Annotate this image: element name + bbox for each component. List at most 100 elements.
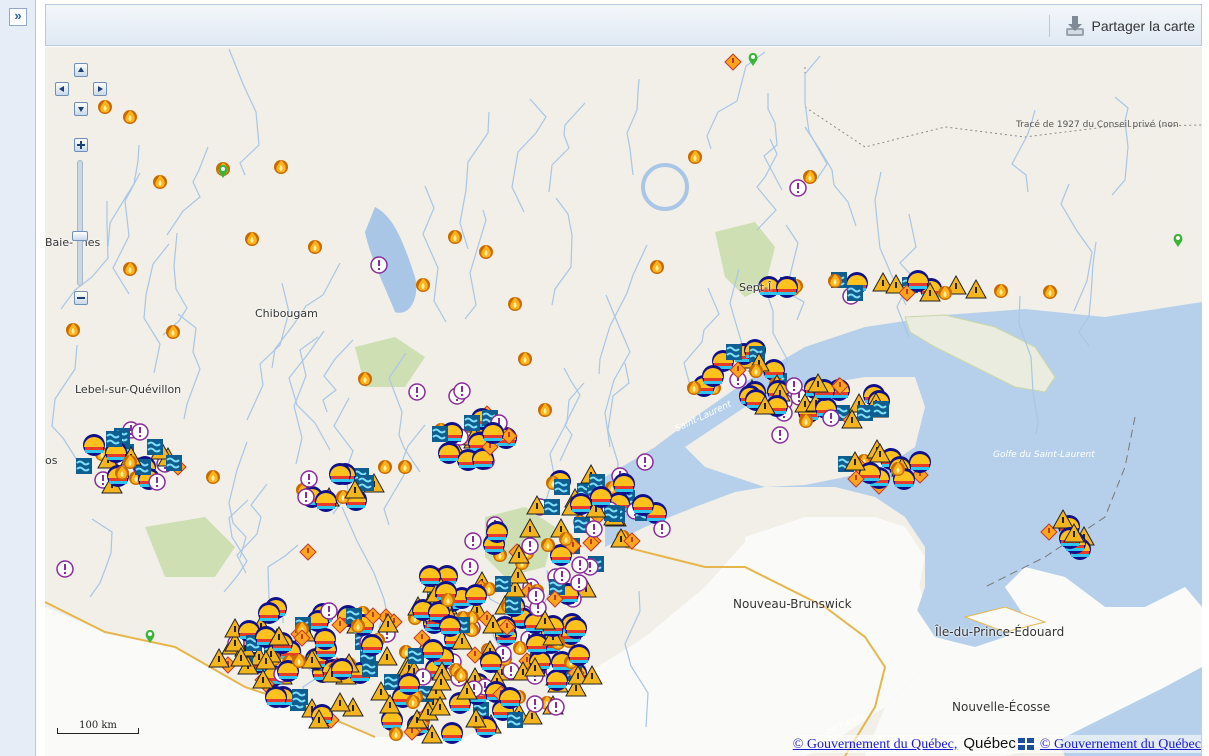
fire-marker[interactable]	[891, 462, 905, 476]
alert-marker[interactable]	[585, 520, 603, 538]
flood-marker[interactable]	[702, 365, 724, 387]
flood-marker[interactable]	[314, 628, 336, 650]
flood-marker[interactable]	[909, 451, 931, 473]
fire-marker[interactable]	[292, 654, 306, 668]
alert-marker[interactable]	[789, 179, 807, 197]
alert-marker[interactable]	[464, 532, 482, 550]
fire-marker[interactable]	[206, 470, 220, 484]
flood-marker[interactable]	[776, 276, 798, 298]
fire-marker[interactable]	[749, 364, 763, 378]
wave-marker[interactable]	[603, 504, 621, 522]
alert-marker[interactable]	[56, 560, 74, 578]
fire-marker[interactable]	[508, 297, 522, 311]
fire-marker[interactable]	[351, 619, 365, 633]
flood-marker[interactable]	[419, 565, 441, 587]
expand-panel-button[interactable]: »	[9, 8, 27, 26]
alert-marker[interactable]	[453, 382, 471, 400]
flood-marker[interactable]	[258, 602, 280, 624]
flood-marker[interactable]	[361, 634, 383, 656]
zoom-slider-thumb[interactable]	[72, 231, 88, 241]
fire-marker[interactable]	[123, 455, 137, 469]
wave-marker[interactable]	[431, 425, 449, 443]
alert-marker[interactable]	[653, 520, 671, 538]
fire-marker[interactable]	[166, 325, 180, 339]
fire-marker[interactable]	[994, 284, 1008, 298]
fire-marker[interactable]	[938, 286, 952, 300]
fire-marker[interactable]	[274, 160, 288, 174]
wave-marker[interactable]	[494, 575, 512, 593]
fire-marker[interactable]	[799, 414, 813, 428]
wave-marker[interactable]	[407, 647, 425, 665]
zoom-slider-track[interactable]	[77, 160, 83, 286]
fire-marker[interactable]	[518, 352, 532, 366]
fire-marker[interactable]	[650, 260, 664, 274]
alert-marker[interactable]	[527, 587, 545, 605]
flood-marker[interactable]	[613, 473, 635, 495]
wave-marker[interactable]	[872, 400, 890, 418]
flood-marker[interactable]	[265, 686, 287, 708]
pan-south-button[interactable]	[74, 102, 88, 116]
wave-marker[interactable]	[463, 414, 481, 432]
wave-marker[interactable]	[543, 498, 561, 516]
flood-marker[interactable]	[499, 687, 521, 709]
flood-marker[interactable]	[465, 584, 487, 606]
alert-marker[interactable]	[461, 558, 479, 576]
pan-east-button[interactable]	[93, 82, 107, 96]
alert-marker[interactable]	[785, 377, 803, 395]
alert-marker[interactable]	[822, 409, 840, 427]
flood-marker[interactable]	[438, 442, 460, 464]
flood-marker[interactable]	[565, 617, 587, 639]
fire-marker[interactable]	[389, 727, 403, 741]
flood-marker[interactable]	[83, 434, 105, 456]
alert-marker[interactable]	[526, 695, 544, 713]
fire-marker[interactable]	[378, 460, 392, 474]
wave-marker[interactable]	[504, 596, 522, 614]
wave-marker[interactable]	[846, 284, 864, 302]
flood-marker[interactable]	[422, 639, 444, 661]
attribution-link-1[interactable]: © Gouvernement du Québec,	[793, 737, 958, 753]
wave-marker[interactable]	[553, 478, 571, 496]
flood-marker[interactable]	[329, 463, 351, 485]
fire-marker[interactable]	[66, 323, 80, 337]
alert-marker[interactable]	[297, 488, 315, 506]
fire-marker[interactable]	[1043, 285, 1057, 299]
alert-marker[interactable]	[300, 470, 318, 488]
fire-marker[interactable]	[308, 240, 322, 254]
fire-marker[interactable]	[441, 593, 455, 607]
alert-marker[interactable]	[636, 453, 654, 471]
fire-marker[interactable]	[541, 538, 555, 552]
fire-marker[interactable]	[559, 532, 573, 546]
attribution-link-2[interactable]: © Gouvernement du Québec	[1040, 737, 1201, 753]
alert-marker[interactable]	[408, 383, 426, 401]
fire-marker[interactable]	[123, 110, 137, 124]
flood-marker[interactable]	[907, 270, 929, 292]
flood-marker[interactable]	[480, 651, 502, 673]
flood-marker[interactable]	[398, 673, 420, 695]
wave-marker[interactable]	[75, 457, 93, 475]
fire-marker[interactable]	[513, 641, 527, 655]
wave-marker[interactable]	[291, 688, 309, 706]
wave-marker[interactable]	[357, 474, 375, 492]
flood-marker[interactable]	[315, 490, 337, 512]
alert-marker[interactable]	[570, 574, 588, 592]
wave-marker[interactable]	[725, 343, 743, 361]
fire-marker[interactable]	[687, 381, 701, 395]
fire-marker[interactable]	[245, 232, 259, 246]
alert-marker[interactable]	[547, 698, 565, 716]
fire-marker[interactable]	[803, 170, 817, 184]
flood-marker[interactable]	[568, 644, 590, 666]
flood-marker[interactable]	[632, 494, 654, 516]
fire-marker[interactable]	[448, 230, 462, 244]
flood-marker[interactable]	[486, 521, 508, 543]
fire-marker[interactable]	[688, 150, 702, 164]
wave-marker[interactable]	[146, 438, 164, 456]
map-canvas[interactable]: Baie- mes Chibougam Lebel-sur-Quévillon …	[45, 47, 1202, 756]
wave-marker[interactable]	[361, 660, 379, 678]
alert-marker[interactable]	[320, 602, 338, 620]
fire-marker[interactable]	[406, 695, 420, 709]
flood-marker[interactable]	[482, 422, 504, 444]
alert-marker[interactable]	[370, 256, 388, 274]
flood-marker[interactable]	[441, 722, 463, 744]
alert-marker[interactable]	[553, 567, 571, 585]
pan-north-button[interactable]	[74, 63, 88, 77]
